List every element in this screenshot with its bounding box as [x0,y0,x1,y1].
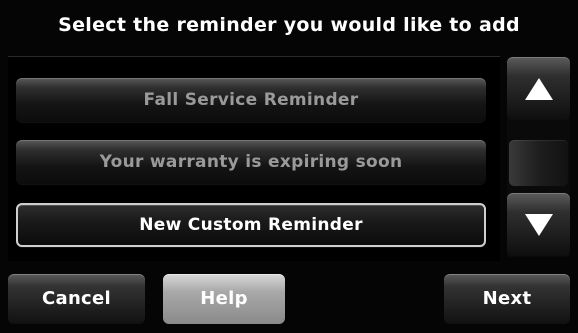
arrow-up-icon [524,77,553,100]
help-button[interactable]: Help [163,274,285,324]
reminder-list: Fall Service Reminder Your warranty is e… [8,56,500,261]
cancel-button[interactable]: Cancel [8,274,145,324]
thermostat-screen: Select the reminder you would like to ad… [0,0,578,333]
reminder-item-fall-service[interactable]: Fall Service Reminder [16,78,486,122]
page-title: Select the reminder you would like to ad… [58,14,520,36]
arrow-down-icon [524,213,553,236]
scroll-down-button[interactable] [507,193,570,256]
scroll-up-button[interactable] [507,57,570,120]
reminder-item-new-custom[interactable]: New Custom Reminder [16,203,486,247]
next-button[interactable]: Next [444,274,570,324]
scrollbar-thumb[interactable] [509,140,568,186]
reminder-item-warranty[interactable]: Your warranty is expiring soon [16,140,486,184]
